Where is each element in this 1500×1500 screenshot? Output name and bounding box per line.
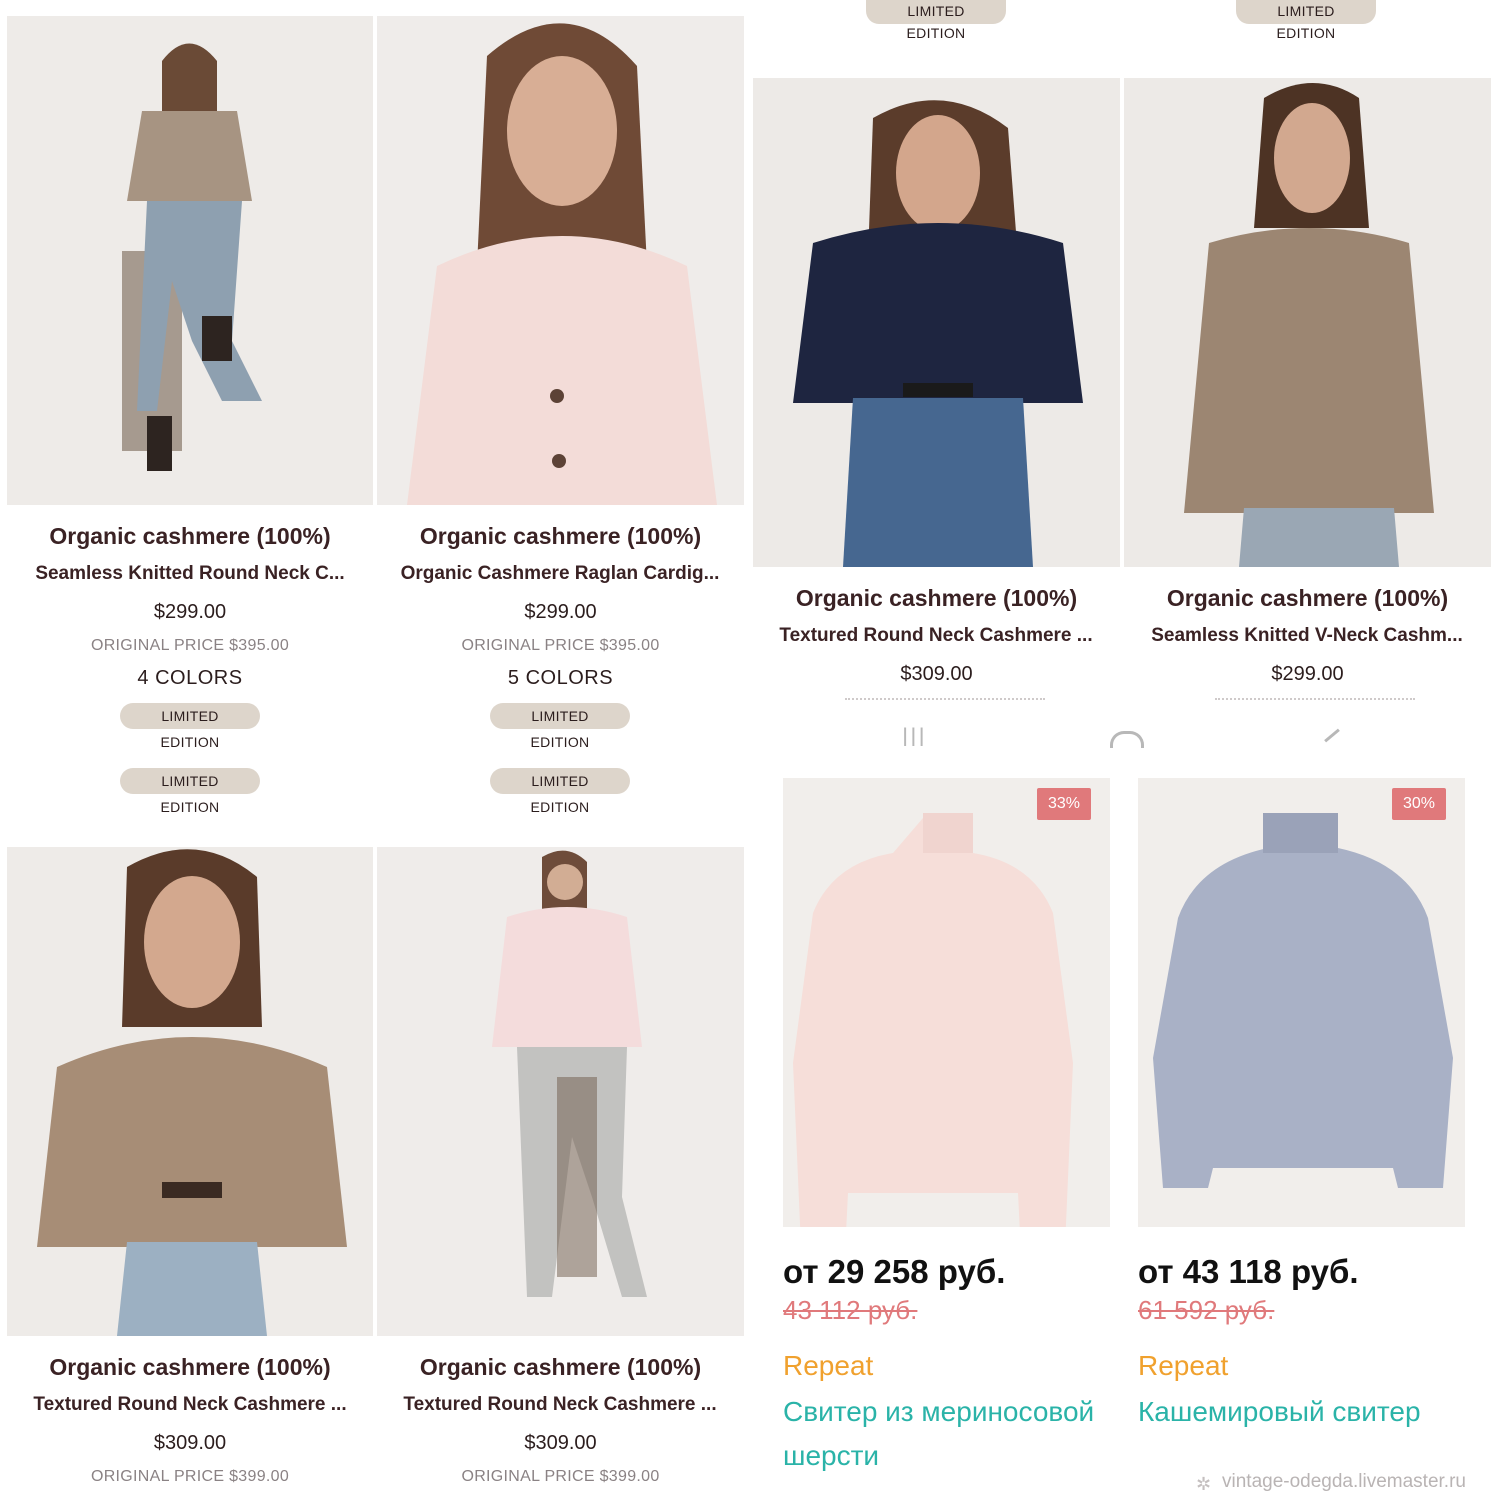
product-name[interactable]: Textured Round Neck Cashmere ...	[761, 625, 1111, 647]
product-image[interactable]	[753, 78, 1120, 567]
original-price: ORIGINAL PRICE $395.00	[90, 637, 290, 654]
product-price: $309.00	[524, 1432, 597, 1454]
discount-badge: 30%	[1392, 788, 1446, 820]
sweater-photo	[783, 778, 1110, 1227]
sweater	[1184, 228, 1434, 513]
back-icon[interactable]	[1324, 728, 1340, 743]
limited-edition-badge: LIMITED EDITION	[866, 0, 1006, 41]
product-price: от 29 258 руб.	[783, 1253, 1006, 1290]
product-material: Organic cashmere (100%)	[49, 523, 331, 549]
product-image[interactable]	[7, 16, 373, 505]
product-name[interactable]: Textured Round Neck Cashmere ...	[385, 1394, 735, 1416]
limited-edition-badge: LIMITED EDITION	[490, 703, 630, 750]
model-photo	[7, 847, 373, 1336]
limited-edition-badge: LIMITED EDITION	[490, 768, 630, 815]
sweater-photo	[1138, 778, 1465, 1227]
model-photo	[377, 16, 744, 505]
home-icon[interactable]	[1110, 731, 1144, 748]
discount-badge: 33%	[1037, 788, 1091, 820]
watermark: vintage-odegda.livemaster.ru	[1222, 1471, 1466, 1492]
color-count[interactable]: 4 COLORS	[7, 667, 373, 690]
product-price: $309.00	[153, 1432, 227, 1454]
product-price: $299.00	[153, 601, 227, 623]
brand-name[interactable]: Repeat	[783, 1350, 873, 1382]
brand-name[interactable]: Repeat	[1138, 1350, 1228, 1382]
limited-edition-badge: LIMITED EDITION	[1236, 0, 1376, 41]
product-material: Organic cashmere (100%)	[1166, 585, 1449, 611]
product-material: Organic cashmere (100%)	[795, 585, 1078, 611]
original-price: ORIGINAL PRICE $395.00	[461, 637, 660, 654]
product-material: Organic cashmere (100%)	[419, 1354, 702, 1380]
model-photo	[753, 78, 1120, 567]
original-price: ORIGINAL PRICE $399.00	[90, 1468, 290, 1485]
old-price: 43 112 руб.	[783, 1295, 918, 1325]
product-image[interactable]	[1124, 78, 1491, 567]
watermark-icon: ✲	[1196, 1474, 1212, 1494]
limited-edition-badge: LIMITED EDITION	[120, 703, 260, 750]
cut-off-line	[845, 698, 1045, 704]
product-name[interactable]: Кашемировый свитер	[1138, 1390, 1478, 1434]
product-image[interactable]	[783, 778, 1110, 1227]
product-price: от 43 118 руб.	[1138, 1253, 1359, 1290]
model-photo	[377, 847, 744, 1336]
product-name[interactable]: Organic Cashmere Raglan Cardig...	[385, 563, 735, 585]
product-material: Organic cashmere (100%)	[49, 1354, 331, 1380]
sweater	[793, 223, 1083, 403]
product-name[interactable]: Textured Round Neck Cashmere ...	[15, 1394, 365, 1416]
product-price: $299.00	[524, 601, 597, 623]
old-price: 61 592 руб.	[1138, 1295, 1275, 1325]
product-name[interactable]: Свитер из мериносовой шерсти	[783, 1390, 1118, 1478]
product-name[interactable]: Seamless Knitted Round Neck C...	[15, 563, 365, 585]
sweater	[127, 111, 252, 201]
limited-edition-badge: LIMITED EDITION	[120, 768, 260, 815]
recent-apps-icon[interactable]: |||	[902, 724, 927, 746]
product-price: $309.00	[900, 663, 973, 685]
color-count[interactable]: 5 COLORS	[377, 667, 744, 690]
product-image[interactable]	[377, 16, 744, 505]
model-photo	[1124, 78, 1491, 567]
product-material: Organic cashmere (100%)	[419, 523, 702, 549]
product-name[interactable]: Seamless Knitted V-Neck Cashm...	[1132, 625, 1482, 647]
product-price: $299.00	[1271, 663, 1344, 685]
sweater	[37, 1037, 347, 1247]
model-photo	[7, 16, 373, 505]
product-image[interactable]	[7, 847, 373, 1336]
sweater	[492, 907, 642, 1047]
product-image[interactable]	[1138, 778, 1465, 1227]
original-price: ORIGINAL PRICE $399.00	[461, 1468, 660, 1485]
cut-off-line	[1215, 698, 1415, 704]
product-image[interactable]	[377, 847, 744, 1336]
